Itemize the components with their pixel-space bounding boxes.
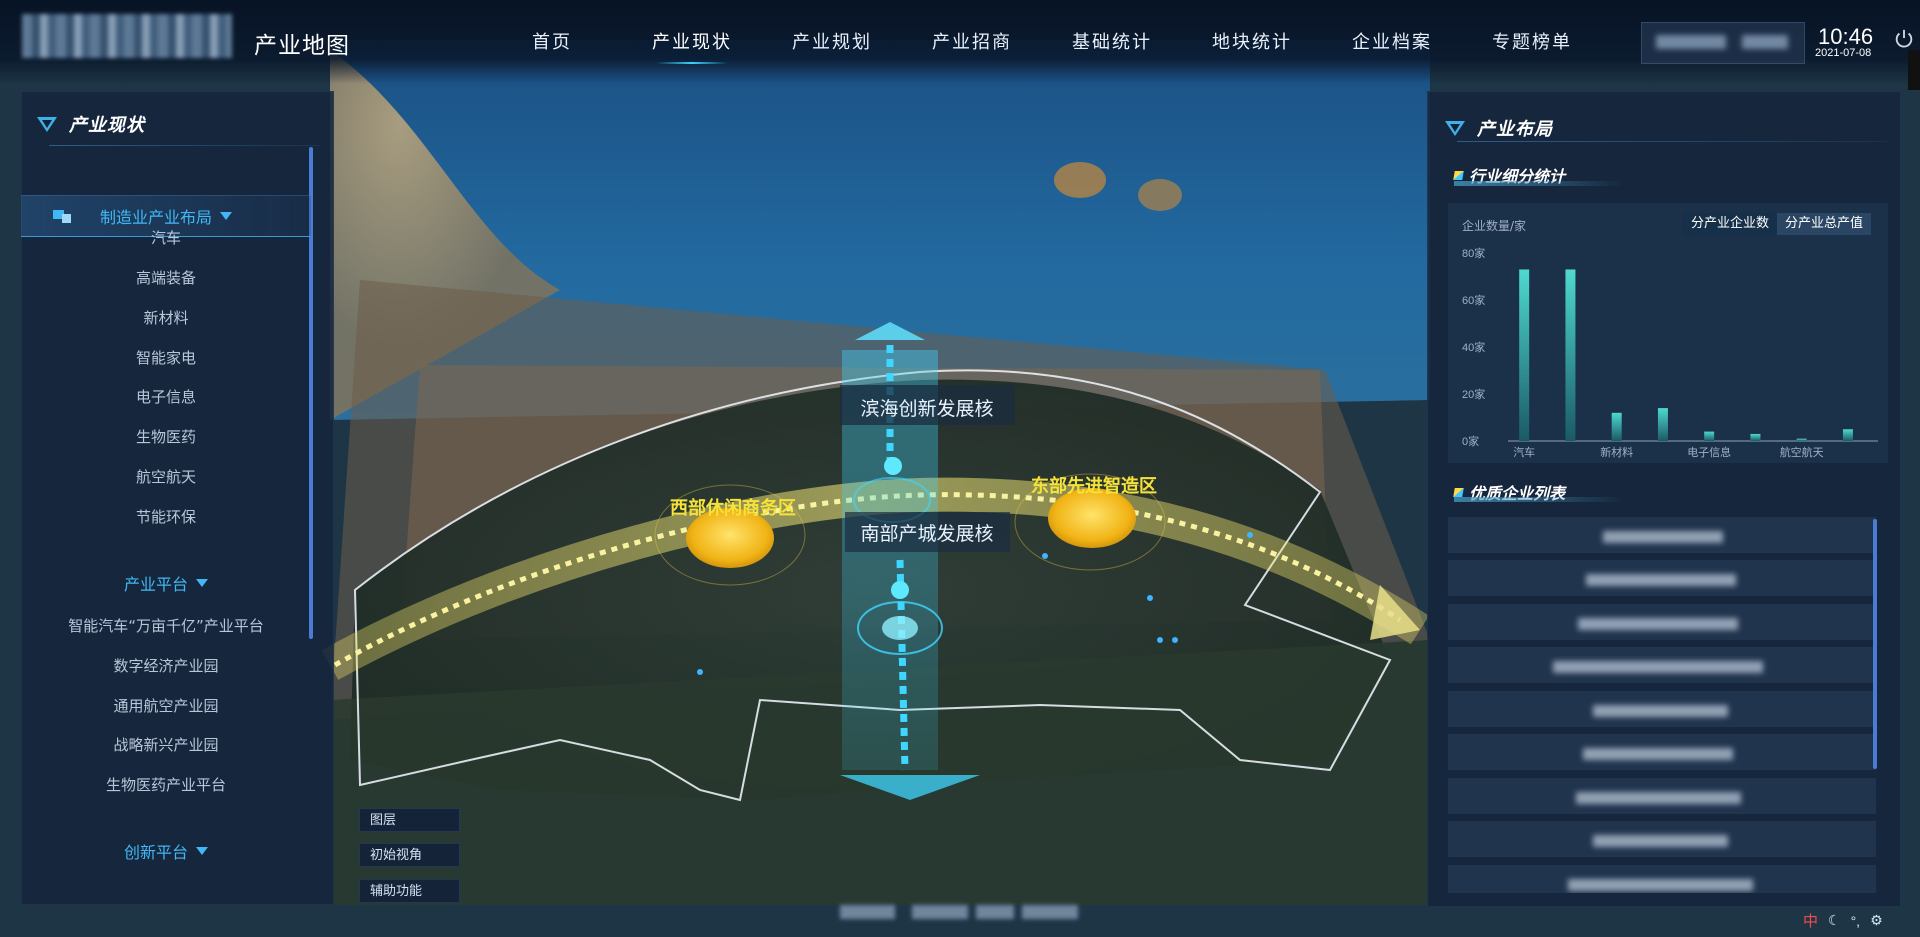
y-tick-label: 20家: [1462, 387, 1485, 401]
category-industry-platform[interactable]: 产业平台: [21, 563, 311, 603]
bottom-link[interactable]: [840, 905, 895, 919]
panel-triangle-icon: [37, 116, 57, 132]
item-platform-biomedicine[interactable]: 生物医药产业平台: [21, 774, 311, 795]
category-innovation-platform[interactable]: 创新平台: [21, 831, 311, 871]
y-tick-label: 40家: [1462, 340, 1485, 354]
company-list: [1448, 517, 1876, 893]
item-energy-saving[interactable]: 节能环保: [21, 506, 311, 527]
bar-6[interactable]: [1796, 438, 1807, 441]
x-tick-label: 汽车: [1513, 445, 1535, 459]
list-scrollbar[interactable]: [1873, 519, 1877, 769]
y-tick-label: 80家: [1462, 246, 1485, 260]
punctuation-icon[interactable]: °,: [1851, 913, 1861, 929]
status-tray: 中 ☾ °, ⚙: [1803, 910, 1883, 931]
chevron-down-icon: [196, 579, 208, 587]
bar-5[interactable]: [1750, 433, 1761, 441]
section-bullet-icon: [1453, 170, 1464, 180]
nav-home[interactable]: 首页: [482, 28, 622, 54]
list-item[interactable]: [1448, 691, 1876, 727]
auxiliary-button[interactable]: 辅助功能: [359, 879, 460, 903]
nav-basic-stats[interactable]: 基础统计: [1042, 28, 1182, 54]
nav-company-archive[interactable]: 企业档案: [1322, 28, 1462, 54]
ime-indicator[interactable]: 中: [1803, 910, 1818, 931]
item-platform-strategic-emerging[interactable]: 战略新兴产业园: [21, 734, 311, 755]
label-north-core: 滨海创新发展核: [860, 398, 993, 420]
item-aerospace[interactable]: 航空航天: [21, 466, 311, 487]
label-east-zone: 东部先进智造区: [1031, 475, 1157, 497]
item-new-materials[interactable]: 新材料: [21, 307, 311, 328]
list-item[interactable]: [1448, 517, 1876, 553]
item-platform-smart-auto[interactable]: 智能汽车“万亩千亿”产业平台: [21, 615, 311, 636]
y-tick-label: 0家: [1462, 434, 1479, 448]
bar-chart: 80家 60家 40家 20家 0家汽车 新材料 电子信息 航空航天: [1462, 246, 1878, 459]
nav-industry-status[interactable]: 产业现状: [622, 28, 762, 64]
panel-triangle-icon: [1445, 120, 1465, 136]
right-panel: 产业布局 行业细分统计 企业数量/家 分产业企业数 分产业总产值 80家 60家 4…: [1427, 91, 1901, 907]
bottom-link[interactable]: [912, 905, 968, 919]
factory-icon: [53, 210, 71, 223]
gear-icon[interactable]: ⚙: [1870, 912, 1883, 929]
layers-button[interactable]: 图层: [359, 808, 460, 832]
nav-investment[interactable]: 产业招商: [902, 28, 1042, 54]
category-label: 制造业产业布局: [99, 208, 212, 227]
list-item[interactable]: [1448, 560, 1876, 596]
bar-7[interactable]: [1842, 429, 1853, 441]
power-icon[interactable]: [1893, 28, 1915, 50]
x-tick-label: 航空航天: [1780, 445, 1824, 459]
bar-0[interactable]: [1519, 269, 1530, 441]
bottom-link[interactable]: [976, 905, 1014, 919]
label-west-zone: 西部休闲商务区: [670, 497, 796, 519]
chevron-down-icon: [220, 212, 232, 220]
label-south-core: 南部产城发展核: [860, 523, 993, 545]
scrollbar[interactable]: [1908, 50, 1920, 90]
main-nav: 首页 产业现状 产业规划 产业招商 基础统计 地块统计 企业档案 专题榜单: [482, 28, 1602, 64]
top-bar: 产业地图 首页 产业现状 产业规划 产业招商 基础统计 地块统计 企业档案 专题…: [0, 0, 1920, 90]
item-automotive[interactable]: 汽车: [21, 227, 311, 248]
category-label: 创新平台: [123, 843, 188, 862]
chevron-down-icon: [196, 847, 208, 855]
nav-parcel-stats[interactable]: 地块统计: [1182, 28, 1322, 54]
bar-4[interactable]: [1704, 431, 1715, 441]
bottom-link[interactable]: [1022, 905, 1078, 919]
item-electronics[interactable]: 电子信息: [21, 386, 311, 407]
bar-3[interactable]: [1657, 408, 1668, 441]
list-item[interactable]: [1448, 821, 1876, 857]
list-item[interactable]: [1448, 778, 1876, 814]
section-bullet-icon: [1453, 487, 1464, 497]
x-tick-label: 电子信息: [1687, 445, 1731, 459]
item-platform-digital-economy[interactable]: 数字经济产业园: [21, 655, 311, 676]
bar-2[interactable]: [1611, 412, 1622, 441]
moon-icon[interactable]: ☾: [1828, 912, 1841, 929]
clock-date: 2021-07-08: [1815, 47, 1872, 59]
item-biomedicine[interactable]: 生物医药: [21, 426, 311, 447]
category-label: 产业平台: [123, 575, 188, 594]
y-tick-label: 60家: [1462, 293, 1485, 307]
initial-view-button[interactable]: 初始视角: [359, 843, 460, 867]
logo: [22, 14, 232, 58]
industry-stats-chart: 企业数量/家 分产业企业数 分产业总产值 80家 60家 40家 20家 0家 汽车 新材料…: [1448, 203, 1888, 463]
x-tick-label: 新材料: [1600, 445, 1633, 459]
nav-industry-planning[interactable]: 产业规划: [762, 28, 902, 54]
list-item[interactable]: [1448, 865, 1876, 893]
right-panel-title: 产业布局: [1477, 119, 1553, 140]
item-platform-general-aviation[interactable]: 通用航空产业园: [21, 695, 311, 716]
left-panel-title: 产业现状: [69, 115, 145, 136]
list-item[interactable]: [1448, 604, 1876, 640]
list-item[interactable]: [1448, 647, 1876, 683]
item-high-end-equipment[interactable]: 高端装备: [21, 267, 311, 288]
list-item[interactable]: [1448, 734, 1876, 770]
user-info[interactable]: [1641, 22, 1805, 64]
item-smart-appliances[interactable]: 智能家电: [21, 347, 311, 368]
app-title: 产业地图: [254, 33, 350, 59]
left-panel: 产业现状 制造业产业布局 汽车 高端装备 新材料 智能家电 电子信息 生物医药 …: [21, 91, 334, 905]
bar-1[interactable]: [1565, 269, 1576, 441]
nav-special-rankings[interactable]: 专题榜单: [1462, 28, 1602, 54]
